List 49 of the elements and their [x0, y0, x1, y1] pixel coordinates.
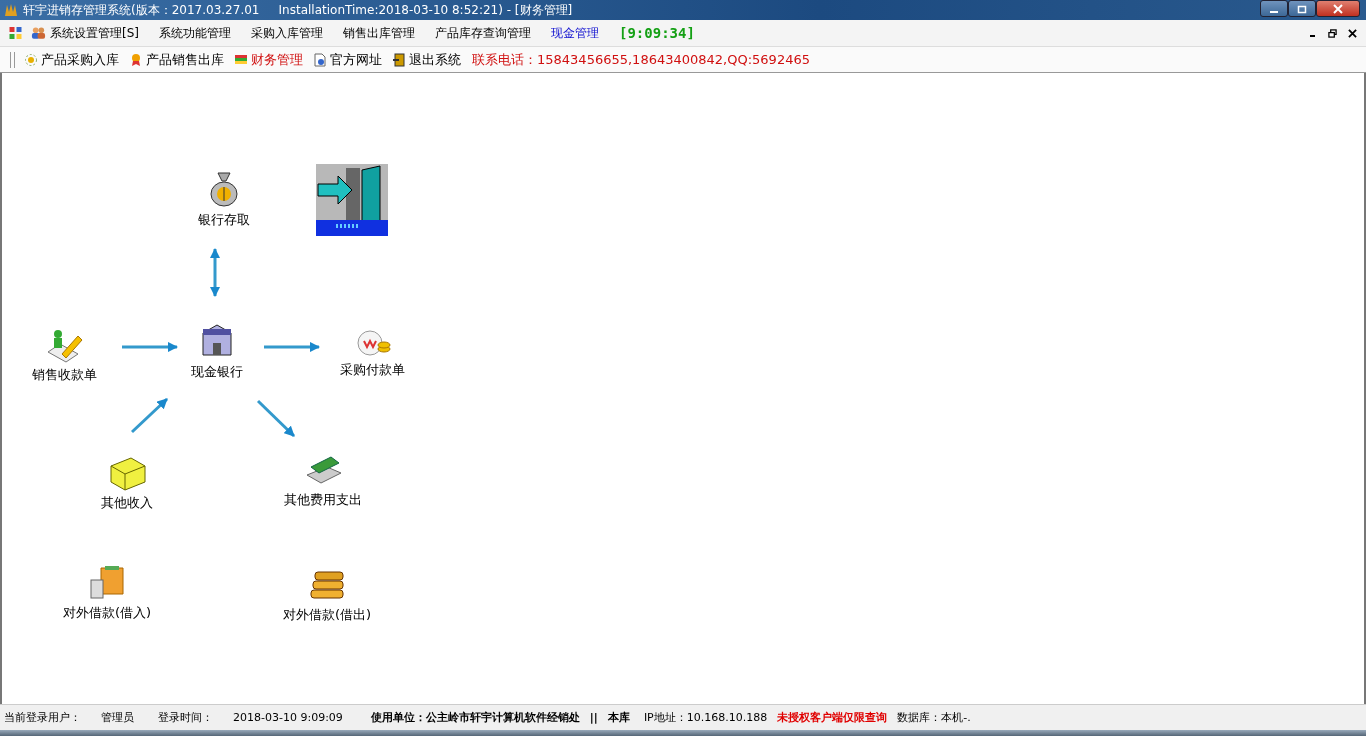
menu-item[interactable]: 系统设置管理[S]	[46, 22, 149, 44]
status-text: 当前登录用户：	[4, 710, 81, 725]
status-text: 2018-03-10 9:09:09	[233, 711, 343, 724]
sun-icon	[24, 52, 38, 67]
minimize-icon	[1309, 35, 1315, 37]
exit-door-icon	[392, 52, 406, 67]
status-text: 本库	[607, 710, 630, 725]
contact-text: 联系电话：15843456655,18643400842,QQ:5692465	[472, 50, 810, 69]
diagram-node[interactable]: 银行存取	[179, 169, 269, 229]
exit-door-icon[interactable]	[316, 164, 388, 236]
web-page-icon	[313, 52, 327, 67]
menu-item[interactable]: 销售出库管理	[333, 22, 425, 44]
toolbar-button[interactable]: 产品采购入库	[19, 48, 124, 71]
close-icon	[1347, 28, 1357, 38]
close-button[interactable]	[1316, 0, 1360, 17]
window-grid-icon	[8, 26, 23, 40]
window-title: 轩宇进销存管理系统(版本：2017.03.27.01 InstallationTime:2018-03-10 8:52:21) - [财务管理]	[23, 1, 573, 19]
diagram-node[interactable]: 采购付款单	[327, 319, 417, 379]
menu-item[interactable]: 采购入库管理	[241, 22, 333, 44]
menu-item[interactable]: 系统功能管理	[149, 22, 241, 44]
toolbar-button[interactable]: 退出系统	[387, 48, 466, 71]
diagram-node[interactable]: 对外借款(借入)	[62, 562, 152, 622]
close-icon	[1333, 3, 1343, 14]
restore-icon	[1327, 28, 1337, 38]
ledger-icon	[234, 52, 248, 67]
toolbar-button[interactable]: 产品销售出库	[124, 48, 229, 71]
status-text: 数据库：本机-.	[897, 710, 971, 725]
diagram-node[interactable]: 销售收款单	[19, 324, 109, 384]
maximize-icon	[1297, 3, 1307, 14]
status-text: 登录时间：	[158, 710, 213, 725]
status-text: ||	[589, 711, 598, 724]
toolbar-button[interactable]: 官方网址	[308, 48, 387, 71]
award-icon	[129, 52, 143, 67]
diagram-node[interactable]: 其他费用支出	[278, 449, 368, 509]
clock-text: [9:09:34]	[619, 25, 695, 41]
status-text: 管理员	[101, 710, 134, 725]
minimize-button[interactable]	[1260, 0, 1288, 17]
menu-item[interactable]: 现金管理	[541, 22, 609, 44]
status-text: 使用单位：公主岭市轩宇计算机软件经销处	[370, 710, 580, 725]
status-text: 未授权客户端仅限查询	[777, 710, 888, 725]
diagram-node[interactable]: 现金银行	[172, 321, 262, 381]
status-text: IP地址：10.168.10.188	[643, 710, 768, 725]
toolbar-button[interactable]: 财务管理	[229, 48, 308, 71]
diagram-node[interactable]: 其他收入	[82, 452, 172, 512]
maximize-button[interactable]	[1288, 0, 1316, 17]
menu-item[interactable]: 产品库存查询管理	[425, 22, 541, 44]
users-icon	[31, 26, 46, 40]
minimize-icon	[1270, 10, 1278, 13]
diagram-node[interactable]: 对外借款(借出)	[282, 564, 372, 624]
